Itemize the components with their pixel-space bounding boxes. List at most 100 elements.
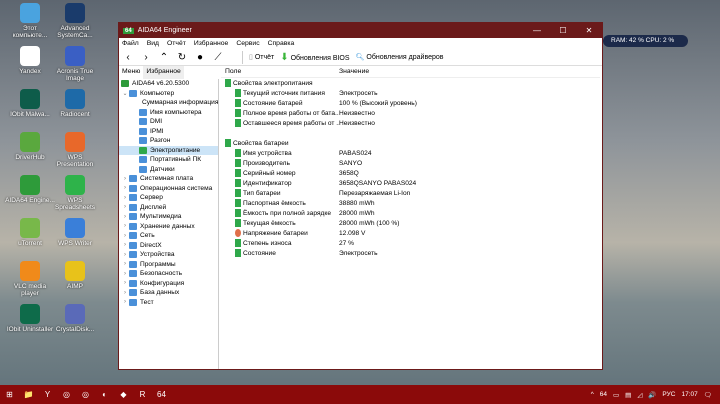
tree-item[interactable]: Суммарная информация (119, 98, 218, 108)
list-row[interactable]: Идентификатор 3658QSANYO PABAS024 (221, 178, 600, 188)
minimize-button[interactable]: — (524, 26, 550, 35)
desktop-shortcut[interactable]: WPS Presentation (50, 132, 100, 168)
menu-item[interactable]: Избранное (194, 40, 228, 47)
driver-update-button[interactable]: 🔍︎ Обновления драйверов (356, 53, 444, 61)
tray-item[interactable]: ▤ (625, 391, 631, 399)
desktop-shortcut[interactable]: Yandex (5, 46, 55, 75)
list-row[interactable]: Имя устройства PABAS024 (221, 148, 600, 158)
desktop-shortcut[interactable]: IObit Malwa... (5, 89, 55, 118)
tree-item[interactable]: AIDA64 v6.20.5300 (119, 79, 218, 89)
expand-chevron-icon[interactable]: › (121, 185, 129, 191)
taskbar-app-icon[interactable]: 64 (152, 385, 171, 404)
tree-item[interactable]: › Системная плата (119, 174, 218, 184)
desktop-shortcut[interactable]: Advanced SystemCa... (50, 3, 100, 39)
refresh-button[interactable]: ↻ (176, 52, 188, 63)
taskbar-app-icon[interactable]: R (133, 385, 152, 404)
tree-item[interactable]: Датчики (119, 165, 218, 175)
group-header[interactable]: Свойства электропитания (221, 78, 600, 88)
list-row[interactable]: Текущая ёмкость 28000 mWh (100 %) (221, 218, 600, 228)
tree-item[interactable]: › Конфигурация (119, 279, 218, 289)
expand-chevron-icon[interactable]: › (121, 204, 129, 210)
desktop-shortcut[interactable]: VLC media player (5, 261, 55, 297)
tab-menu[interactable]: Меню (119, 66, 144, 79)
tree-item[interactable]: › Программы (119, 260, 218, 270)
list-row[interactable]: Паспортная ёмкость 38880 mWh (221, 198, 600, 208)
expand-chevron-icon[interactable]: › (121, 233, 129, 239)
tree-item[interactable]: Электропитание (119, 145, 218, 155)
expand-chevron-icon[interactable]: › (121, 214, 129, 220)
chart-icon[interactable]: ⟋ (212, 52, 224, 63)
list-row[interactable]: Состояние Электросеть (221, 248, 600, 258)
tray-item[interactable]: 🗨 (704, 391, 712, 399)
desktop-shortcut[interactable]: Этот компьюте... (5, 3, 55, 39)
tree-item[interactable]: › Мультимедиа (119, 212, 218, 222)
desktop-shortcut[interactable]: WPS Writer (50, 218, 100, 247)
tray-item[interactable]: ^ (591, 391, 594, 398)
list-row[interactable]: Серийный номер 3658Q (221, 168, 600, 178)
expand-chevron-icon[interactable]: › (121, 242, 129, 248)
list-row[interactable]: Степень износа 27 % (221, 238, 600, 248)
expand-chevron-icon[interactable]: › (121, 290, 129, 296)
taskbar-app-icon[interactable]: ◆ (114, 385, 133, 404)
expand-chevron-icon[interactable]: › (121, 252, 129, 258)
list-row[interactable]: Тип батареи Перезаряжаемая Li-Ion (221, 188, 600, 198)
desktop-shortcut[interactable]: Radiocent (50, 89, 100, 118)
user-icon[interactable]: ● (194, 52, 206, 63)
desktop-shortcut[interactable]: uTorrent (5, 218, 55, 247)
tree-item[interactable]: › Устройства (119, 250, 218, 260)
tree-item[interactable]: ⌄ Компьютер (119, 89, 218, 99)
expand-chevron-icon[interactable]: ⌄ (121, 90, 129, 97)
report-button[interactable]: ▯ Отчёт (249, 53, 274, 61)
menu-item[interactable]: Вид (147, 40, 159, 47)
tray-item[interactable]: 🔊 (648, 391, 656, 399)
tree-item[interactable]: › Тест (119, 298, 218, 308)
taskbar-app-icon[interactable]: 📁 (19, 385, 38, 404)
start-button[interactable]: ⊞ (0, 385, 19, 404)
tab-favorites[interactable]: Избранное (143, 66, 184, 79)
bios-update-button[interactable]: ⬇ Обновления BIOS (280, 52, 349, 63)
expand-chevron-icon[interactable]: › (121, 271, 129, 277)
tree-item[interactable]: DMI (119, 117, 218, 127)
title-bar[interactable]: 64 AIDA64 Engineer — ☐ ✕ (119, 23, 602, 38)
expand-chevron-icon[interactable]: › (121, 195, 129, 201)
taskbar-app-icon[interactable]: ◎ (76, 385, 95, 404)
desktop-shortcut[interactable]: DriverHub (5, 132, 55, 161)
tree-item[interactable]: › База данных (119, 288, 218, 298)
expand-chevron-icon[interactable]: › (121, 299, 129, 305)
tray-item[interactable]: ▭ (613, 391, 619, 399)
tray-item[interactable]: ◿ (637, 391, 642, 399)
list-row[interactable]: Оставшееся время работы от ... Неизвестно (221, 118, 600, 128)
menu-item[interactable]: Файл (122, 40, 139, 47)
desktop-shortcut[interactable]: Acronis True Image (50, 46, 100, 82)
tree-item[interactable]: › Хранение данных (119, 222, 218, 232)
tree-item[interactable]: › Сеть (119, 231, 218, 241)
list-row[interactable]: Ёмкость при полной зарядке 28000 mWh (221, 208, 600, 218)
tray-item[interactable]: 17:07 (681, 391, 697, 398)
column-field[interactable]: Поле (221, 68, 339, 75)
list-row[interactable]: Состояние батарей 100 % (Высокий уровень) (221, 98, 600, 108)
maximize-button[interactable]: ☐ (550, 26, 576, 35)
tray-item[interactable]: РУС (662, 391, 675, 398)
tray-item[interactable]: 64 (600, 391, 607, 398)
list-row[interactable]: Полное время работы от бата... Неизвестно (221, 108, 600, 118)
column-value[interactable]: Значение (339, 68, 369, 75)
expand-chevron-icon[interactable]: › (121, 280, 129, 286)
menu-item[interactable]: Отчёт (167, 40, 186, 47)
close-button[interactable]: ✕ (576, 26, 602, 35)
group-header[interactable]: Свойства батареи (221, 138, 600, 148)
tree-item[interactable]: IPMI (119, 127, 218, 137)
taskbar-app-icon[interactable]: ◐ (95, 385, 114, 404)
system-monitor-widget[interactable]: RAM: 42 % CPU: 2 % (603, 35, 688, 47)
tree-item[interactable]: › DirectX (119, 241, 218, 251)
list-row[interactable]: Текущий источник питания Электросеть (221, 88, 600, 98)
tree-item[interactable]: Портативный ПК (119, 155, 218, 165)
back-button[interactable]: ‹ (122, 52, 134, 63)
expand-chevron-icon[interactable]: › (121, 261, 129, 267)
tree-item[interactable]: › Безопасность (119, 269, 218, 279)
tree-item[interactable]: › Дисплей (119, 203, 218, 213)
menu-item[interactable]: Справка (268, 40, 295, 47)
menu-item[interactable]: Сервис (236, 40, 259, 47)
expand-chevron-icon[interactable]: › (121, 176, 129, 182)
desktop-shortcut[interactable]: AIMP (50, 261, 100, 290)
tree-item[interactable]: › Сервер (119, 193, 218, 203)
